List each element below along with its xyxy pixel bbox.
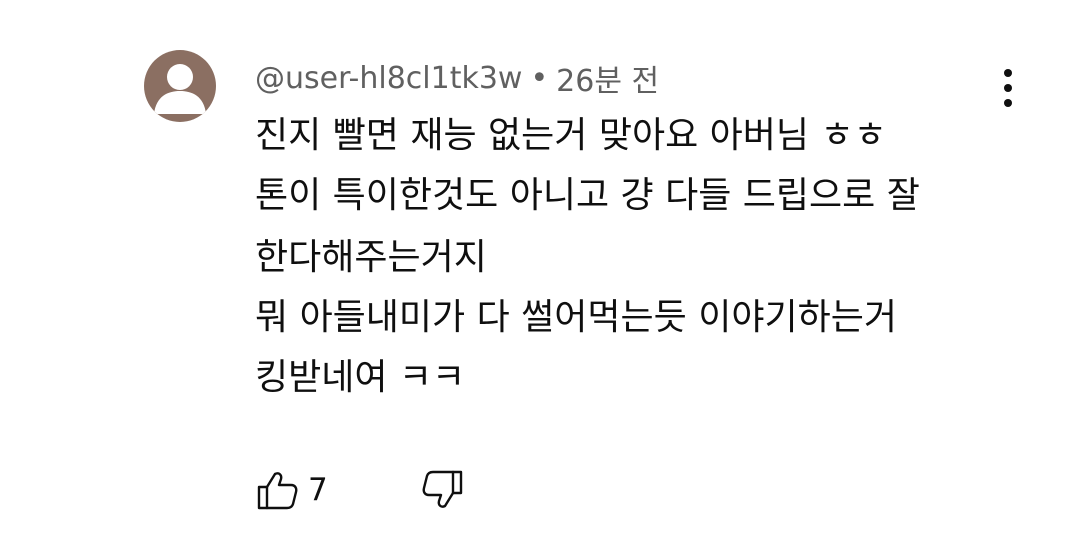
meta-separator: • [530,60,549,96]
like-count: 7 [308,472,328,508]
thumbs-up-icon [257,472,298,510]
avatar[interactable] [144,50,216,122]
thumbs-down-icon [422,470,463,508]
more-vertical-icon [1004,69,1012,107]
author-name[interactable]: @user-hl8cl1tk3w [255,61,522,96]
comment-actions: 7 [252,462,468,518]
comment-line: 진지 빨면 재능 없는거 맞아요 아버님 ㅎㅎ [255,115,887,156]
like-button[interactable] [252,462,302,518]
comment-time[interactable]: 26분 전 [556,56,659,100]
comment-line: 킹받네여 ㅋㅋ [255,357,466,398]
user-avatar-icon [154,64,206,114]
comment-line: 한다해주는거지 [255,237,487,278]
more-actions-button[interactable] [990,64,1026,112]
comment-line: 뭐 아들내미가 다 썰어먹는듯 이야기하는거 [255,297,897,338]
comment-item: @user-hl8cl1tk3w • 26분 전 진지 빨면 재능 없는거 맞아… [0,0,1080,556]
comment-line: 톤이 특이한것도 아니고 걍 다들 드립으로 잘 [255,175,920,216]
dislike-button[interactable] [418,462,468,518]
comment-text: 진지 빨면 재능 없는거 맞아요 아버님 ㅎㅎ 톤이 특이한것도 아니고 걍 다… [255,106,1045,408]
comment-header: @user-hl8cl1tk3w • 26분 전 [255,56,659,100]
